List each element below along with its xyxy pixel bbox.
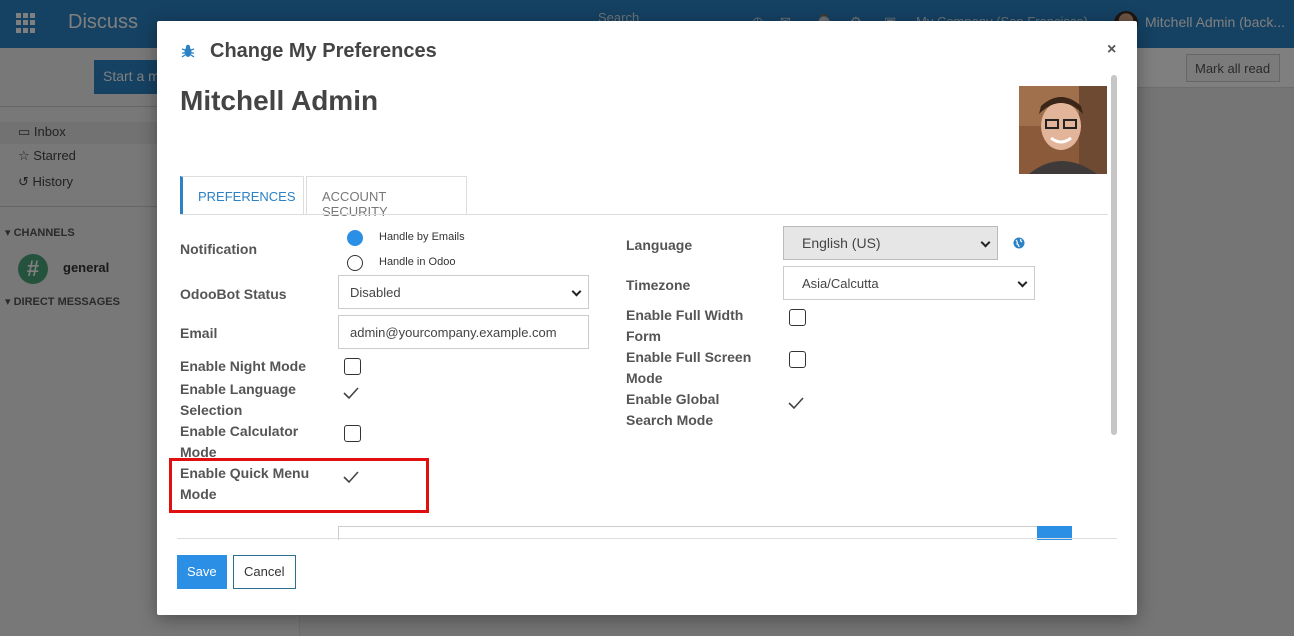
dialog-scrollbar[interactable]	[1111, 75, 1117, 435]
language-selection-check-icon[interactable]	[342, 385, 360, 401]
full-width-checkbox[interactable]	[789, 309, 806, 326]
language-selection-label: Enable Language Selection	[180, 381, 296, 418]
tabs-divider	[180, 214, 1108, 215]
full-screen-checkbox[interactable]	[789, 351, 806, 368]
full-width-label: Enable Full Width Form	[626, 307, 744, 344]
cancel-button[interactable]: Cancel	[233, 555, 296, 589]
radio-label-odoo: Handle in Odoo	[379, 256, 456, 268]
tab-account-security[interactable]: ACCOUNT SECURITY	[306, 176, 467, 219]
notification-label: Notification	[180, 241, 257, 257]
user-name-heading: Mitchell Admin	[180, 85, 379, 116]
night-mode-checkbox[interactable]	[344, 358, 361, 375]
timezone-select[interactable]: Asia/Calcutta	[783, 266, 1035, 300]
footer-divider	[177, 538, 1117, 539]
radio-handle-by-emails[interactable]	[347, 230, 363, 246]
radio-handle-in-odoo[interactable]	[347, 255, 363, 271]
bug-icon	[181, 44, 195, 58]
email-label: Email	[180, 325, 218, 341]
globe-icon[interactable]	[1013, 237, 1025, 249]
language-label: Language	[626, 237, 693, 253]
calculator-checkbox[interactable]	[344, 425, 361, 442]
user-photo[interactable]	[1019, 86, 1107, 174]
close-icon[interactable]: ×	[1107, 41, 1116, 59]
full-screen-label: Enable Full Screen Mode	[626, 349, 752, 386]
tab-preferences[interactable]: PREFERENCES	[180, 176, 304, 215]
chevron-down-icon	[980, 237, 991, 248]
quick-menu-highlight-box	[169, 458, 429, 513]
chevron-down-icon	[1017, 277, 1028, 288]
chevron-down-icon	[571, 286, 582, 297]
odoobot-status-label: OdooBot Status	[180, 286, 287, 302]
email-input[interactable]: admin@yourcompany.example.com	[338, 315, 589, 349]
global-search-label: Enable Global Search Mode	[626, 391, 720, 428]
calculator-label: Enable Calculator Mode	[180, 423, 299, 460]
radio-label-emails: Handle by Emails	[379, 231, 465, 243]
language-select[interactable]: English (US)	[783, 226, 998, 260]
dialog-title: Change My Preferences	[210, 40, 437, 62]
night-mode-label: Enable Night Mode	[180, 358, 306, 374]
odoobot-status-select[interactable]: Disabled	[338, 275, 589, 309]
save-button[interactable]: Save	[177, 555, 227, 589]
timezone-label: Timezone	[626, 277, 691, 293]
global-search-check-icon[interactable]	[787, 395, 805, 411]
preferences-dialog: Change My Preferences × Mitchell Admin P…	[157, 21, 1137, 615]
